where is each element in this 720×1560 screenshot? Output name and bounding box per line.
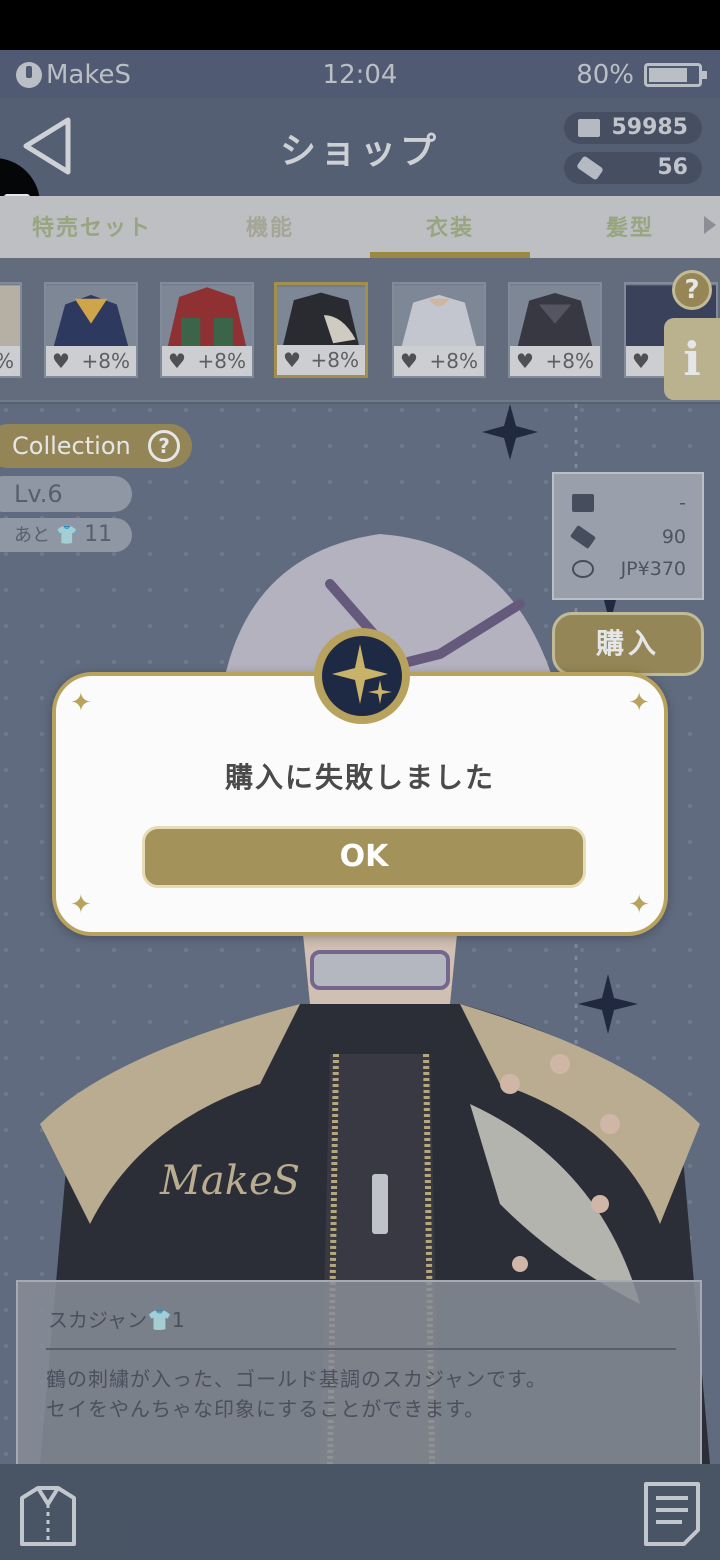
sparkle-icon: ✦	[628, 688, 650, 718]
sparkle-icon: ✦	[70, 890, 92, 920]
ok-button[interactable]: OK	[142, 826, 586, 888]
star-emblem-icon	[314, 628, 410, 724]
system-top-bar	[0, 0, 720, 50]
sparkle-icon: ✦	[628, 890, 650, 920]
sparkle-icon: ✦	[70, 688, 92, 718]
purchase-failed-dialog: ✦ ✦ ✦ ✦ 購入に失敗しました OK	[52, 628, 668, 936]
dialog-message: 購入に失敗しました	[224, 761, 495, 794]
game-screen: MakeS 12:04 80% ショップ 59985 56 特売セット 機能 衣…	[0, 50, 720, 1560]
